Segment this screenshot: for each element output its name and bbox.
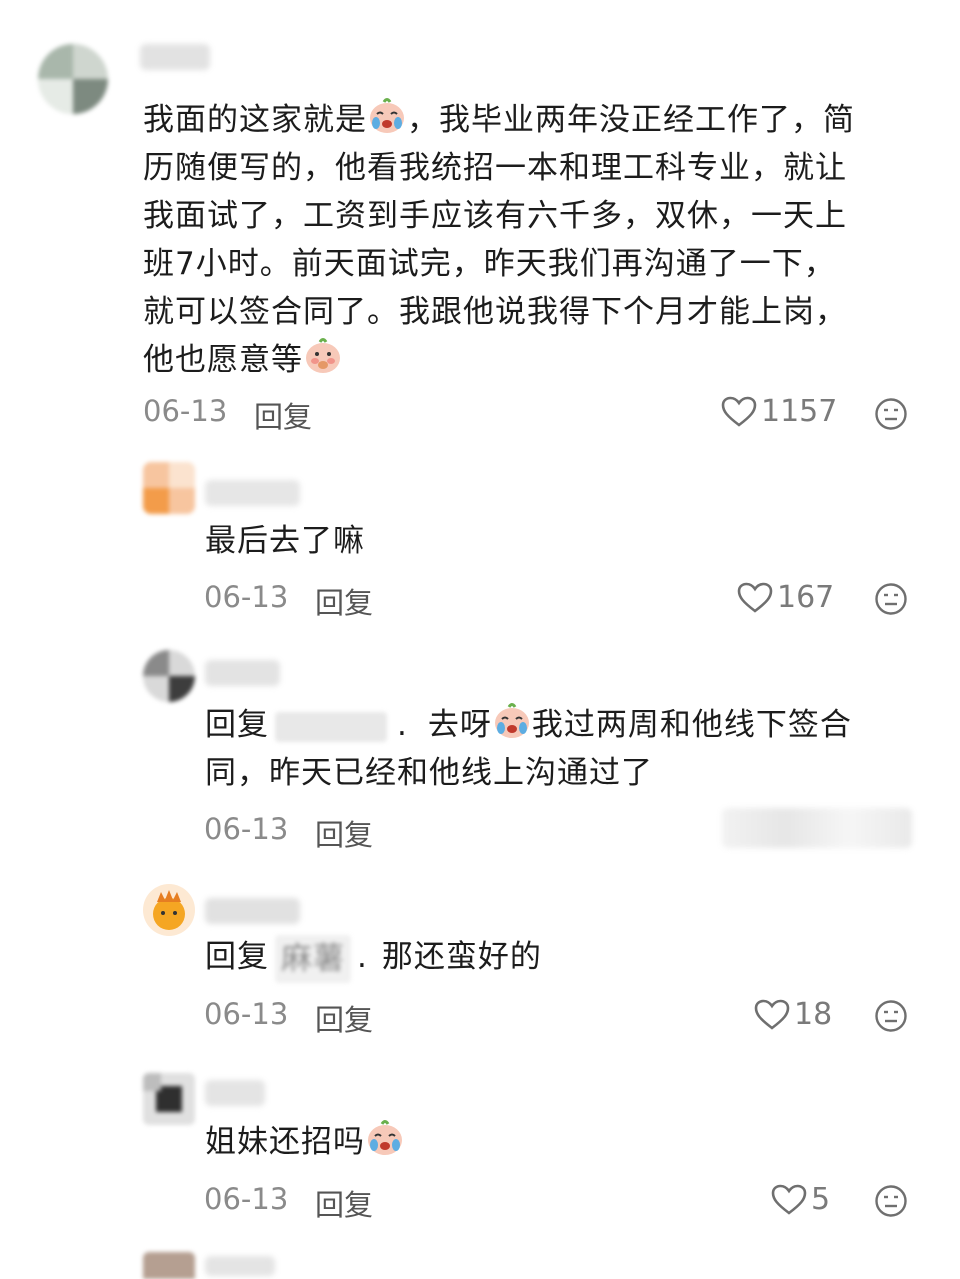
like-button[interactable]: 167 [737,580,834,615]
avatar[interactable] [143,650,195,702]
username-blurred[interactable] [205,660,280,686]
dislike-icon[interactable] [874,582,908,616]
avatar[interactable] [143,462,195,514]
character-avatar-icon [153,890,185,930]
heart-icon [737,582,773,613]
reply-text: 回复. 去呀 我过两周和他线下签合 同，昨天已经和他线上沟通过了 [205,701,925,797]
comment-date: 06-13 [204,1182,289,1216]
comment-text: 我面的这家就是 ，我毕业两年没正经工作了，简 历随便写的，他看我统招一本和理工科专… [143,96,933,384]
reply-button[interactable]: 回复 [254,394,312,436]
username-blurred[interactable] [205,898,300,924]
reply-text: 最后去了嘛 [205,523,365,559]
like-count: 1157 [761,394,838,429]
avatar[interactable] [143,1073,195,1125]
like-count: 167 [777,580,835,615]
shy-face-emoji [306,338,340,373]
heart-icon [721,396,757,427]
avatar[interactable] [143,884,195,936]
crying-face-emoji [370,98,404,133]
dislike-icon[interactable] [874,397,908,431]
crying-face-emoji [494,703,529,738]
reply-button[interactable]: 回复 [315,580,373,622]
avatar[interactable] [38,44,108,114]
like-count: 18 [794,997,833,1032]
reply-text: 回复 麻薯. 那还蛮好的 [205,933,542,983]
avatar[interactable] [143,1252,195,1279]
reply-text: 姐妹还招吗 [205,1118,405,1166]
mention-blurred[interactable] [275,711,387,742]
like-count: 5 [811,1182,831,1217]
like-button[interactable]: 5 [771,1182,830,1217]
heart-icon [754,999,790,1030]
reply-button[interactable]: 回复 [315,1182,373,1224]
mention-blurred[interactable]: 麻薯 [275,934,351,983]
like-area-blurred[interactable] [722,808,912,848]
dislike-icon[interactable] [874,1184,908,1218]
username-blurred[interactable] [140,44,210,70]
like-button[interactable]: 18 [754,997,832,1032]
username-blurred[interactable] [205,480,300,506]
like-button[interactable]: 1157 [721,394,837,429]
comment-date: 06-13 [204,812,289,846]
comment-date: 06-13 [143,394,228,428]
reply-button[interactable]: 回复 [315,812,373,854]
comment-date: 06-13 [204,997,289,1031]
username-blurred[interactable] [205,1256,275,1276]
comment-date: 06-13 [204,580,289,614]
crying-face-emoji [368,1120,402,1155]
username-blurred[interactable] [205,1080,265,1106]
dislike-icon[interactable] [874,999,908,1033]
heart-icon [771,1184,807,1215]
reply-button[interactable]: 回复 [315,997,373,1039]
